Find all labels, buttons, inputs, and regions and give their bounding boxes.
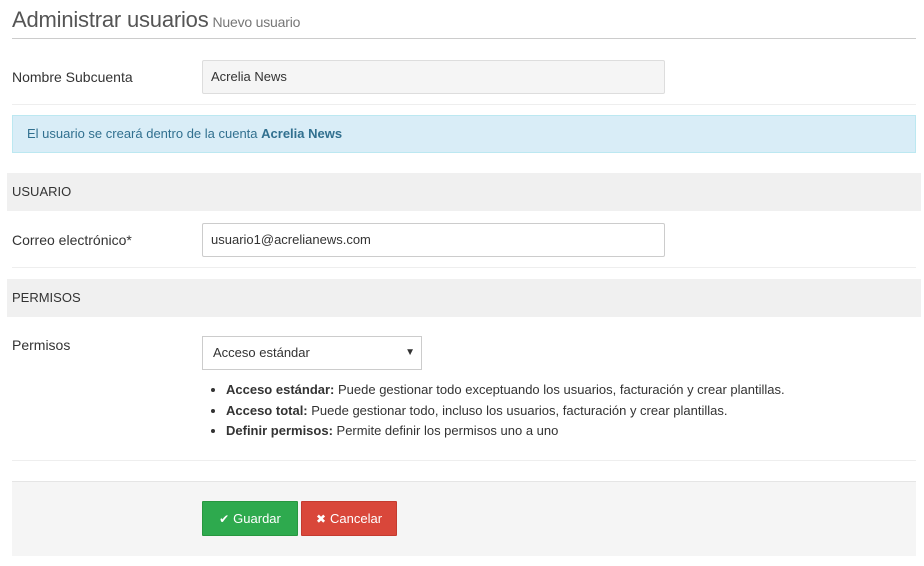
info-alert: El usuario se creará dentro de la cuenta…	[12, 115, 916, 153]
subaccount-row: Nombre Subcuenta Acrelia News	[12, 40, 916, 105]
list-item: Acceso total: Puede gestionar todo, incl…	[226, 401, 785, 422]
section-permissions: PERMISOS	[7, 279, 921, 317]
section-user: USUARIO	[7, 173, 921, 211]
caret-down-icon: ▼	[405, 347, 415, 358]
list-item: Definir permisos: Permite definir los pe…	[226, 421, 785, 442]
alert-text: El usuario se creará dentro de la cuenta	[27, 126, 262, 141]
help-desc: Permite definir los permisos uno a uno	[332, 423, 559, 438]
permissions-label: Permisos	[12, 337, 71, 353]
cancel-button[interactable]: ✖ Cancelar	[301, 501, 397, 536]
check-icon: ✔	[219, 512, 230, 526]
form-actions: ✔ Guardar ✖ Cancelar	[12, 481, 916, 556]
save-button-label: Guardar	[233, 511, 281, 526]
email-label: Correo electrónico*	[12, 232, 132, 248]
cancel-button-label: Cancelar	[330, 511, 383, 526]
list-item: Acceso estándar: Puede gestionar todo ex…	[226, 380, 785, 401]
page-title: Administrar usuarios Nuevo usuario	[12, 7, 300, 33]
page-title-text: Administrar usuarios	[12, 7, 209, 32]
save-button[interactable]: ✔ Guardar	[202, 501, 298, 536]
subaccount-input[interactable]: Acrelia News	[202, 60, 665, 94]
page-header: Administrar usuarios Nuevo usuario	[12, 0, 916, 39]
page-subtitle: Nuevo usuario	[212, 14, 301, 30]
email-row: Correo electrónico* usuario1@acrelianews…	[12, 211, 916, 268]
times-icon: ✖	[315, 512, 327, 526]
help-desc: Puede gestionar todo exceptuando los usu…	[334, 382, 785, 397]
help-term: Acceso total:	[226, 402, 308, 418]
subaccount-label: Nombre Subcuenta	[12, 69, 133, 85]
alert-account: Acrelia News	[261, 126, 343, 141]
help-term: Acceso estándar:	[226, 382, 335, 397]
permissions-help-list: Acceso estándar: Puede gestionar todo ex…	[208, 380, 785, 442]
permissions-selected: Acceso estándar	[213, 345, 310, 360]
help-desc: Puede gestionar todo, incluso los usuari…	[307, 402, 728, 418]
email-field[interactable]: usuario1@acrelianews.com	[202, 223, 665, 257]
help-term: Definir permisos:	[226, 423, 333, 438]
permissions-select[interactable]: Acceso estándar ▼	[202, 336, 422, 370]
